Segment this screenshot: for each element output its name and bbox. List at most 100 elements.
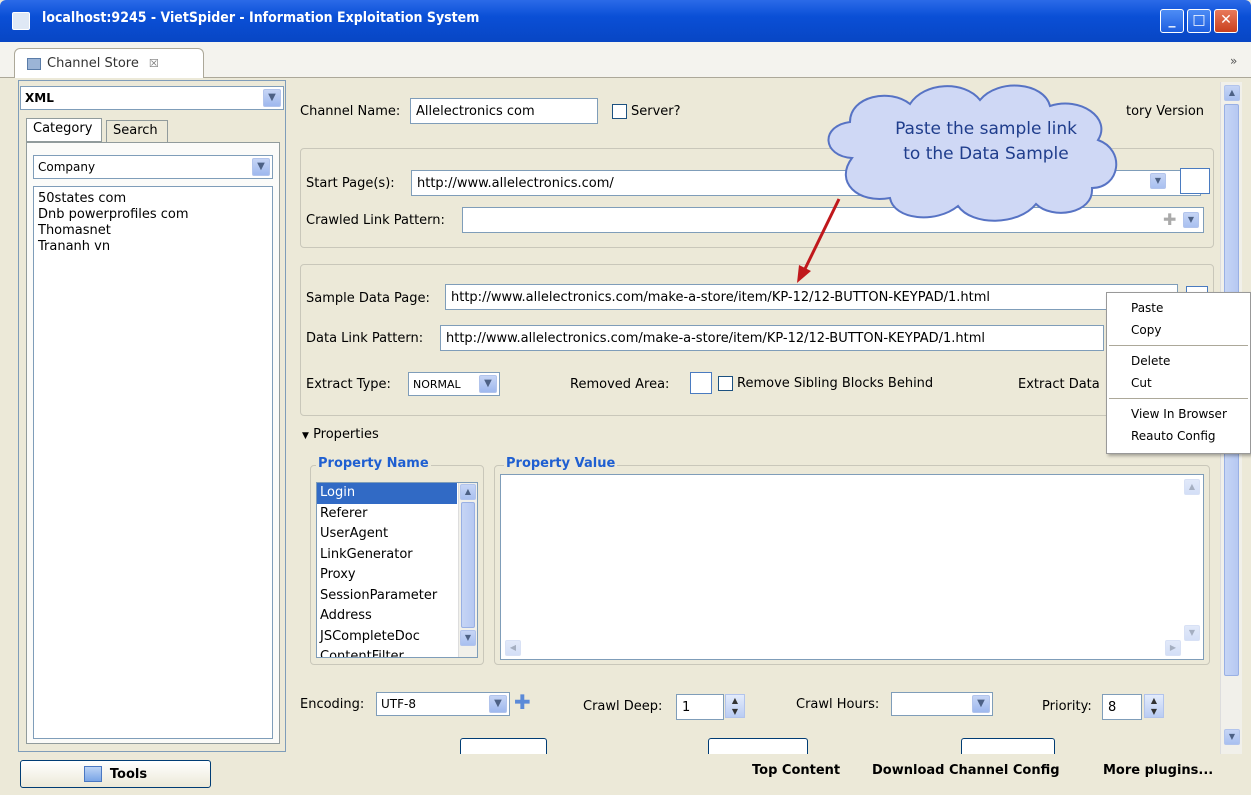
save-button[interactable] — [460, 738, 547, 754]
scroll-right-icon[interactable]: ▶ — [1165, 640, 1181, 656]
list-item[interactable]: SessionParameter — [317, 586, 477, 607]
sample-page-label: Sample Data Page: — [306, 291, 430, 306]
extract-data-label: Extract Data — [1018, 377, 1100, 392]
tab-label: Channel Store — [47, 56, 139, 71]
list-item[interactable]: Referer — [317, 504, 477, 525]
chevron-down-icon[interactable]: ▼ — [972, 695, 990, 713]
chevron-down-icon[interactable]: ▼ — [479, 375, 497, 393]
priority-spinner[interactable]: ▲ ▼ — [1144, 694, 1164, 718]
list-item[interactable]: Proxy — [317, 565, 477, 586]
chevron-down-icon[interactable]: ▼ — [263, 89, 281, 107]
property-value-textarea[interactable]: ▲ ▼ ◀ ▶ — [500, 474, 1204, 660]
menu-item-reauto-config[interactable]: Reauto Config — [1107, 425, 1250, 447]
add-encoding-icon[interactable]: ✚ — [514, 692, 531, 712]
scroll-up-icon[interactable]: ▲ — [460, 484, 476, 500]
tab-category[interactable]: Category — [26, 118, 102, 142]
minimize-button[interactable]: _ — [1160, 9, 1184, 33]
list-item[interactable]: Thomasnet — [38, 223, 268, 239]
start-pages-label: Start Page(s): — [306, 176, 395, 191]
scroll-up-icon[interactable]: ▲ — [1184, 479, 1200, 495]
remove-sibling-checkbox[interactable]: Remove Sibling Blocks Behind — [718, 376, 933, 391]
folder-icon — [83, 766, 102, 782]
scrollbar[interactable]: ▲ ▼ — [458, 483, 477, 657]
crawl-deep-label: Crawl Deep: — [583, 699, 663, 714]
close-button[interactable]: ✕ — [1214, 9, 1238, 33]
category-select[interactable]: Company ▼ — [33, 155, 273, 179]
category-select-value: Company — [38, 160, 96, 174]
source-select[interactable]: XML ▼ — [20, 86, 284, 110]
list-item[interactable]: UserAgent — [317, 524, 477, 545]
checkbox-box[interactable] — [718, 376, 733, 391]
crawl-deep-input[interactable]: 1 — [676, 694, 724, 720]
tools-label: Tools — [109, 766, 148, 782]
chevron-down-icon[interactable]: ▼ — [489, 695, 507, 713]
data-link-input[interactable]: http://www.allelectronics.com/make-a-sto… — [440, 325, 1104, 351]
channel-name-input[interactable]: Allelectronics com — [410, 98, 598, 124]
callout-line: to the Data Sample — [903, 144, 1069, 164]
context-menu: Paste Copy Delete Cut View In Browser Re… — [1106, 292, 1251, 454]
more-plugins-link[interactable]: More plugins... — [1103, 763, 1213, 778]
removed-area-button[interactable] — [690, 372, 712, 394]
chevron-down-icon[interactable]: ▼ — [252, 158, 270, 176]
list-item[interactable]: ContentFilter — [317, 647, 477, 657]
tab-overflow-icon[interactable]: » — [1230, 54, 1237, 68]
crawl-hours-select[interactable]: ▼ — [891, 692, 993, 716]
menu-item-view-in-browser[interactable]: View In Browser — [1107, 403, 1250, 425]
menu-item-cut[interactable]: Cut — [1107, 372, 1250, 394]
encoding-label: Encoding: — [300, 697, 365, 712]
scroll-down-icon[interactable]: ▼ — [1224, 729, 1240, 745]
encoding-value: UTF-8 — [381, 697, 416, 711]
test-button[interactable] — [708, 738, 808, 754]
maximize-button[interactable]: □ — [1187, 9, 1211, 33]
encoding-select[interactable]: UTF-8 ▼ — [376, 692, 510, 716]
scroll-thumb[interactable] — [461, 502, 475, 628]
server-checkbox[interactable]: Server? — [612, 104, 681, 119]
chevron-down-icon[interactable]: ▼ — [1150, 173, 1166, 189]
property-name-list: Login Referer UserAgent LinkGenerator Pr… — [316, 482, 478, 658]
arrow-icon — [797, 198, 841, 283]
tab-channel-store[interactable]: Channel Store ☒ — [14, 48, 204, 78]
tools-button[interactable]: Tools — [20, 760, 211, 788]
callout-line: Paste the sample link — [895, 119, 1077, 139]
list-item[interactable]: Address — [317, 606, 477, 627]
crawl-deep-spinner[interactable]: ▲ ▼ — [725, 694, 745, 718]
sample-page-input[interactable]: http://www.allelectronics.com/make-a-sto… — [445, 284, 1178, 310]
download-config-link[interactable]: Download Channel Config — [872, 763, 1060, 778]
history-version-label: tory Version — [1126, 104, 1205, 119]
clear-button[interactable] — [961, 738, 1055, 754]
removed-area-label: Removed Area: — [570, 377, 670, 392]
start-page-open-button[interactable] — [1180, 168, 1210, 194]
chevron-down-icon[interactable]: ▼ — [1183, 212, 1199, 228]
app-icon — [12, 12, 30, 30]
tab-search[interactable]: Search — [106, 120, 168, 144]
extract-type-select[interactable]: NORMAL ▼ — [408, 372, 500, 396]
checkbox-box[interactable] — [612, 104, 627, 119]
tab-close-icon[interactable]: ☒ — [149, 57, 159, 70]
scroll-left-icon[interactable]: ◀ — [505, 640, 521, 656]
scroll-down-icon[interactable]: ▼ — [460, 630, 476, 646]
priority-label: Priority: — [1042, 699, 1092, 714]
menu-separator — [1109, 345, 1248, 346]
list-item[interactable]: LinkGenerator — [317, 545, 477, 566]
server-label: Server? — [631, 104, 681, 119]
properties-toggle[interactable]: ▼ Properties — [302, 427, 379, 442]
crawl-hours-label: Crawl Hours: — [796, 697, 880, 712]
list-item[interactable]: Dnb powerprofiles com — [38, 207, 268, 223]
scroll-down-icon[interactable]: ▼ — [1184, 625, 1200, 641]
menu-item-paste[interactable]: Paste — [1107, 297, 1250, 319]
top-content-link[interactable]: Top Content — [752, 763, 840, 778]
list-item[interactable]: JSCompleteDoc — [317, 627, 477, 648]
scroll-up-icon[interactable]: ▲ — [1224, 85, 1240, 101]
property-name-header: Property Name — [316, 456, 431, 471]
list-item[interactable]: Trananh vn — [38, 239, 268, 255]
list-item[interactable]: 50states com — [38, 191, 268, 207]
callout-text: Paste the sample link to the Data Sample — [856, 117, 1116, 167]
crawled-link-label: Crawled Link Pattern: — [306, 213, 445, 228]
priority-input[interactable]: 8 — [1102, 694, 1142, 720]
source-select-value: XML — [25, 91, 54, 105]
menu-item-copy[interactable]: Copy — [1107, 319, 1250, 341]
menu-item-delete[interactable]: Delete — [1107, 350, 1250, 372]
list-item[interactable]: Login — [317, 483, 457, 504]
remove-sibling-label: Remove Sibling Blocks Behind — [737, 376, 934, 391]
plus-icon[interactable]: ✚ — [1163, 210, 1176, 229]
